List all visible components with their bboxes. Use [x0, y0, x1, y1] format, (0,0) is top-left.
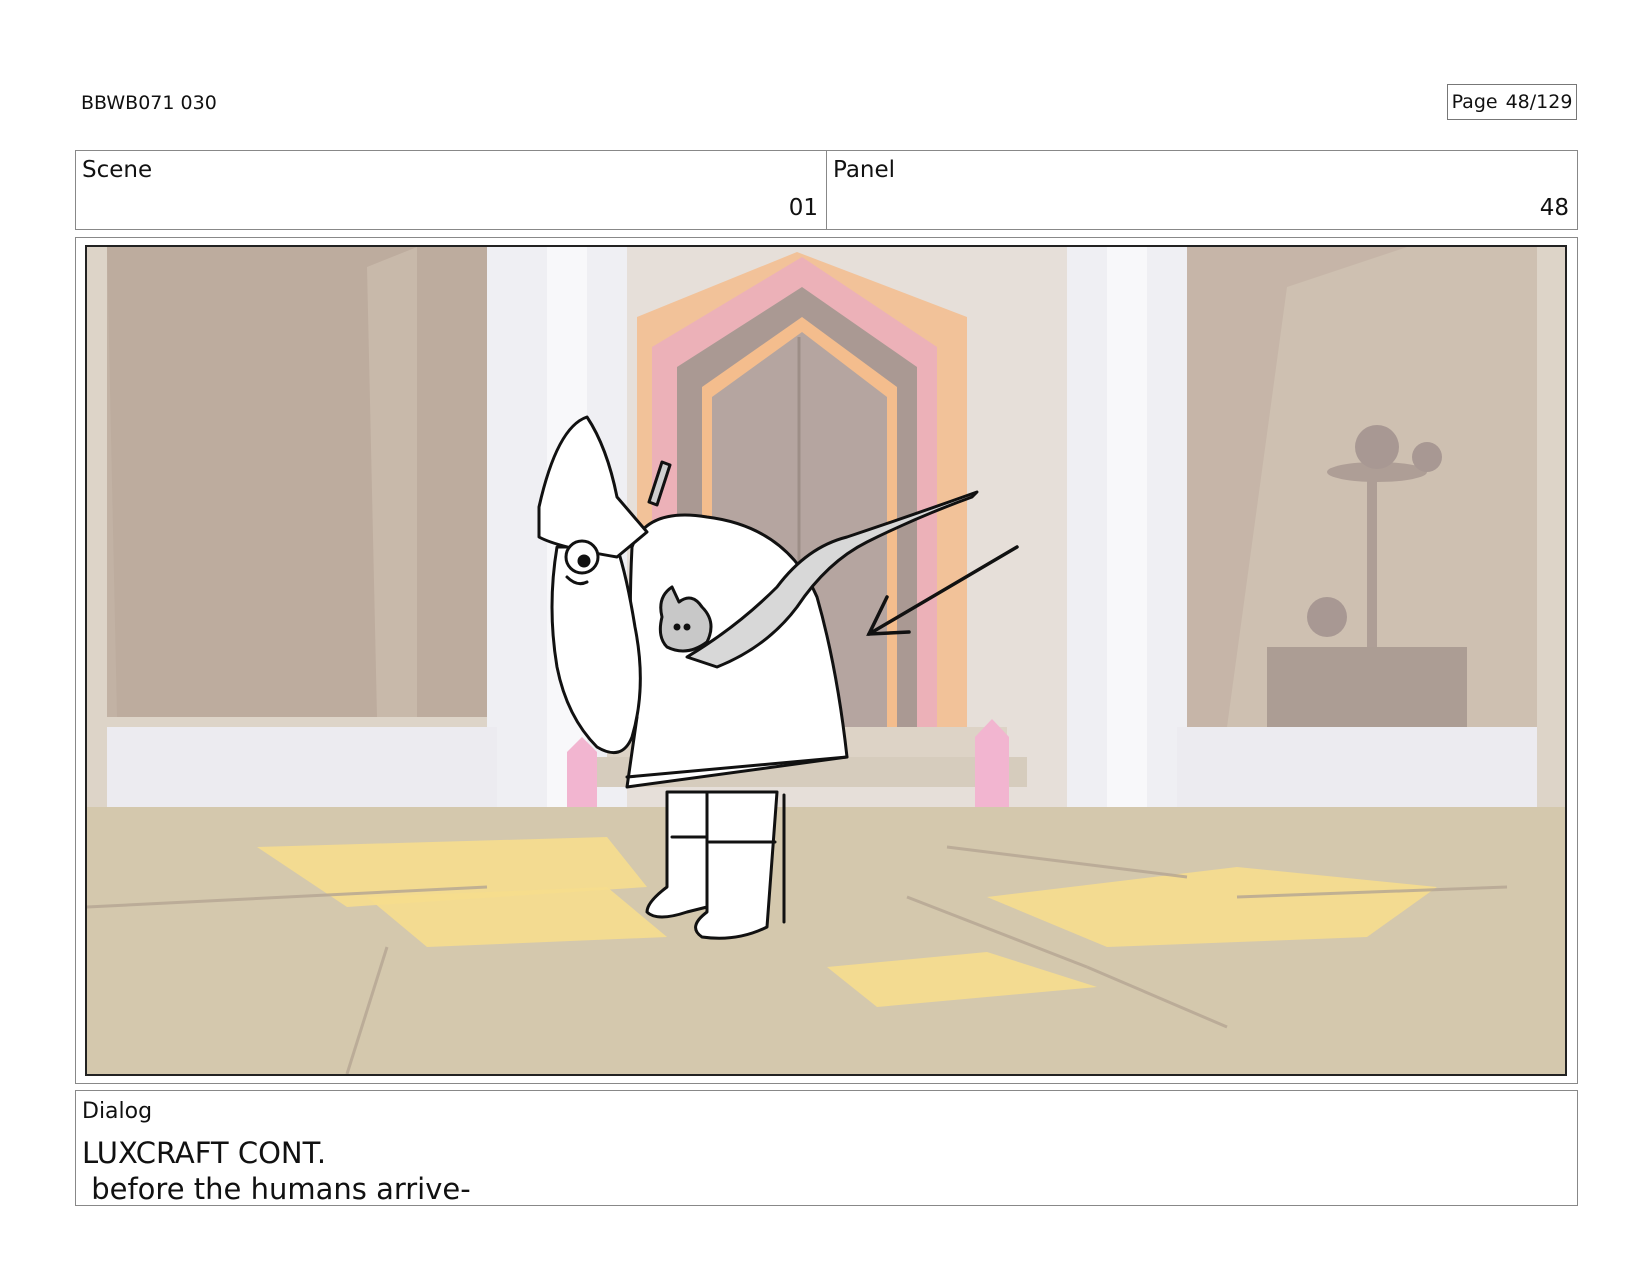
dialog-text: LUXCRAFT CONT. before the humans arrive-: [82, 1135, 471, 1207]
page-label: Page: [1451, 91, 1498, 113]
dialog-line: before the humans arrive-: [82, 1172, 471, 1206]
dialog-label: Dialog: [82, 1099, 153, 1124]
scene-cell: Scene 01: [76, 151, 826, 229]
page-indicator: Page 48/129: [1447, 84, 1577, 120]
panel-label: Panel: [833, 157, 896, 183]
page-number: 48/129: [1505, 91, 1573, 113]
storyboard-panel-illustration: [87, 247, 1565, 1074]
panel-number: 48: [1539, 195, 1569, 221]
panel-frame: [85, 245, 1567, 1076]
meta-row: Scene 01 Panel 48: [75, 150, 1578, 230]
scene-number: 01: [788, 195, 818, 221]
dialog-box: Dialog LUXCRAFT CONT. before the humans …: [75, 1090, 1578, 1206]
panel-cell: Panel 48: [826, 151, 1577, 229]
scene-label: Scene: [82, 157, 153, 183]
storyboard-id: BBWB071 030: [81, 92, 217, 114]
dialog-speaker: LUXCRAFT CONT.: [82, 1136, 327, 1170]
